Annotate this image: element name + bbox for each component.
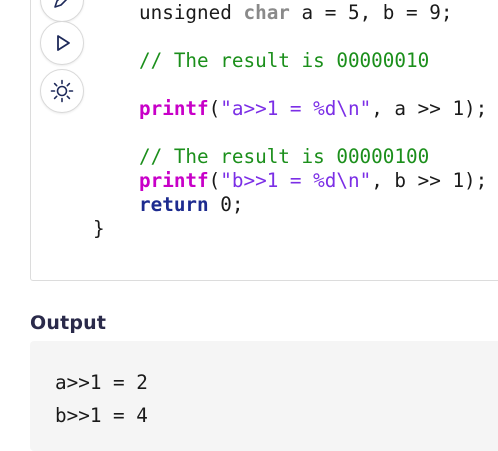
args-rest: , a >> 1); bbox=[371, 97, 488, 120]
code-line-printf: printf("b>>1 = %d\n", b >> 1); bbox=[139, 169, 487, 193]
output-heading: Output bbox=[30, 312, 107, 334]
code-line-return: return 0; bbox=[139, 193, 243, 217]
theme-toggle-button[interactable] bbox=[40, 69, 84, 113]
function-name: printf bbox=[139, 169, 209, 192]
type-keyword: unsigned bbox=[139, 1, 232, 24]
output-line: a>>1 = 2 bbox=[55, 371, 148, 394]
output-panel bbox=[30, 341, 498, 451]
string-literal: "b>>1 = %d\n" bbox=[220, 169, 372, 192]
return-keyword: return bbox=[139, 193, 209, 216]
edit-icon bbox=[51, 0, 73, 11]
args-rest: , b >> 1); bbox=[371, 169, 488, 192]
play-icon bbox=[51, 32, 73, 54]
code-line-declaration: unsigned char a = 5, b = 9; bbox=[139, 1, 452, 25]
code-line-printf: printf("a>>1 = %d\n", a >> 1); bbox=[139, 97, 487, 121]
output-line: b>>1 = 4 bbox=[55, 404, 148, 427]
code-comment: // The result is 00000010 bbox=[139, 49, 430, 72]
declaration-rest: a = 5, b = 9; bbox=[301, 1, 453, 24]
string-literal: "a>>1 = %d\n" bbox=[220, 97, 372, 120]
function-name: printf bbox=[139, 97, 209, 120]
closing-brace: } bbox=[93, 217, 105, 240]
return-value: 0; bbox=[220, 193, 244, 216]
paren: ( bbox=[208, 169, 221, 192]
code-comment: // The result is 00000100 bbox=[139, 145, 430, 168]
type-keyword: char bbox=[243, 1, 290, 24]
sun-icon bbox=[50, 79, 74, 103]
run-button[interactable] bbox=[40, 21, 84, 65]
paren: ( bbox=[208, 97, 221, 120]
